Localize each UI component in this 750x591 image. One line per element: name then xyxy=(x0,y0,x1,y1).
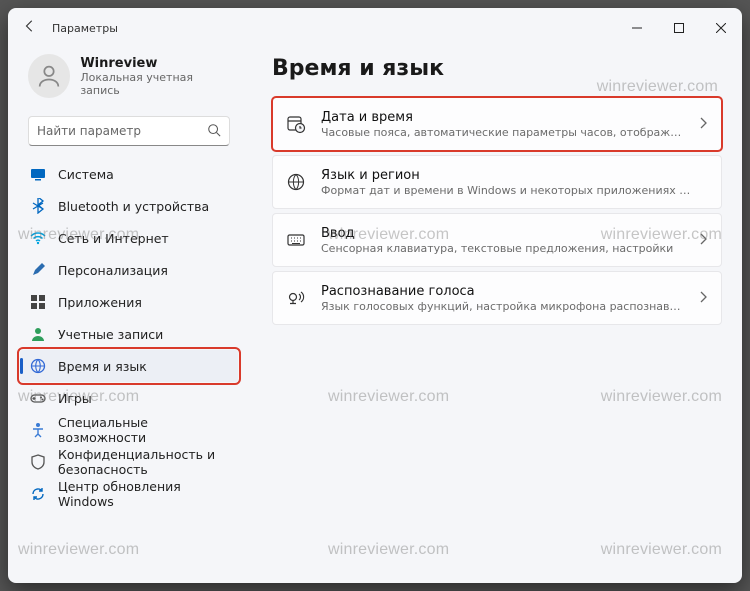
apps-icon xyxy=(30,294,46,310)
settings-card-1[interactable]: Язык и регионФормат дат и времени в Wind… xyxy=(272,155,722,209)
chevron-right-icon xyxy=(699,117,707,132)
sidebar-item-label: Сеть и Интернет xyxy=(58,231,169,246)
sidebar-item-1[interactable]: Bluetooth и устройства xyxy=(20,190,238,222)
sidebar-item-0[interactable]: Система xyxy=(20,158,238,190)
settings-card-0[interactable]: Дата и времяЧасовые пояса, автоматически… xyxy=(272,97,722,151)
sidebar-item-8[interactable]: Специальные возможности xyxy=(20,414,238,446)
sidebar-item-2[interactable]: Сеть и Интернет xyxy=(20,222,238,254)
card-title: Язык и регион xyxy=(321,168,693,183)
chevron-right-icon xyxy=(699,291,707,306)
settings-window: Параметры Winreview Локальная учетная за… xyxy=(8,8,742,583)
app-title: Параметры xyxy=(52,22,118,35)
main-content: Время и язык Дата и времяЧасовые пояса, … xyxy=(244,48,742,583)
page-title: Время и язык xyxy=(272,56,722,81)
sidebar-item-label: Персонализация xyxy=(58,263,168,278)
calendar-clock-icon xyxy=(285,114,307,134)
sidebar-item-label: Система xyxy=(58,167,114,182)
card-title: Ввод xyxy=(321,226,685,241)
wifi-icon xyxy=(30,230,46,246)
sidebar-item-label: Конфиденциальность и безопасность xyxy=(58,447,228,477)
sidebar: Winreview Локальная учетная запись Найти… xyxy=(8,48,244,583)
sidebar-item-9[interactable]: Конфиденциальность и безопасность xyxy=(20,446,238,478)
sidebar-item-label: Игры xyxy=(58,391,92,406)
globe-lang-icon xyxy=(285,172,307,192)
window-close-button[interactable] xyxy=(700,12,742,44)
search-input[interactable]: Найти параметр xyxy=(28,116,230,146)
user-name: Winreview xyxy=(80,56,230,71)
speech-icon xyxy=(285,288,307,308)
keyboard-icon xyxy=(285,230,307,250)
update-icon xyxy=(30,486,46,502)
sidebar-item-label: Приложения xyxy=(58,295,142,310)
sidebar-item-label: Центр обновления Windows xyxy=(58,479,228,509)
back-button[interactable] xyxy=(22,19,38,37)
games-icon xyxy=(30,390,46,406)
globe-icon xyxy=(30,358,46,374)
account-icon xyxy=(30,326,46,342)
chevron-right-icon xyxy=(699,233,707,248)
access-icon xyxy=(30,422,46,438)
user-account-row[interactable]: Winreview Локальная учетная запись xyxy=(20,48,238,112)
sidebar-item-label: Учетные записи xyxy=(58,327,163,342)
sidebar-item-4[interactable]: Приложения xyxy=(20,286,238,318)
sidebar-item-label: Время и язык xyxy=(58,359,147,374)
settings-card-3[interactable]: Распознавание голосаЯзык голосовых функц… xyxy=(272,271,722,325)
card-title: Распознавание голоса xyxy=(321,284,685,299)
window-minimize-button[interactable] xyxy=(616,12,658,44)
window-maximize-button[interactable] xyxy=(658,12,700,44)
privacy-icon xyxy=(30,454,46,470)
search-placeholder: Найти параметр xyxy=(37,124,207,138)
brush-icon xyxy=(30,262,46,278)
sidebar-item-6[interactable]: Время и язык xyxy=(20,350,238,382)
titlebar: Параметры xyxy=(8,8,742,48)
card-subtitle: Сенсорная клавиатура, текстовые предложе… xyxy=(321,242,685,255)
settings-card-2[interactable]: ВводСенсорная клавиатура, текстовые пред… xyxy=(272,213,722,267)
card-subtitle: Формат дат и времени в Windows и некотор… xyxy=(321,184,693,197)
card-title: Дата и время xyxy=(321,110,685,125)
sidebar-item-10[interactable]: Центр обновления Windows xyxy=(20,478,238,510)
sidebar-item-3[interactable]: Персонализация xyxy=(20,254,238,286)
sidebar-item-label: Специальные возможности xyxy=(58,415,228,445)
bluetooth-icon xyxy=(30,198,46,214)
sidebar-item-label: Bluetooth и устройства xyxy=(58,199,209,214)
card-subtitle: Язык голосовых функций, настройка микроф… xyxy=(321,300,685,313)
sidebar-item-7[interactable]: Игры xyxy=(20,382,238,414)
card-subtitle: Часовые пояса, автоматические параметры … xyxy=(321,126,685,139)
search-icon xyxy=(207,123,221,140)
user-subtitle: Локальная учетная запись xyxy=(80,71,230,97)
avatar xyxy=(28,54,70,98)
system-icon xyxy=(30,166,46,182)
sidebar-item-5[interactable]: Учетные записи xyxy=(20,318,238,350)
